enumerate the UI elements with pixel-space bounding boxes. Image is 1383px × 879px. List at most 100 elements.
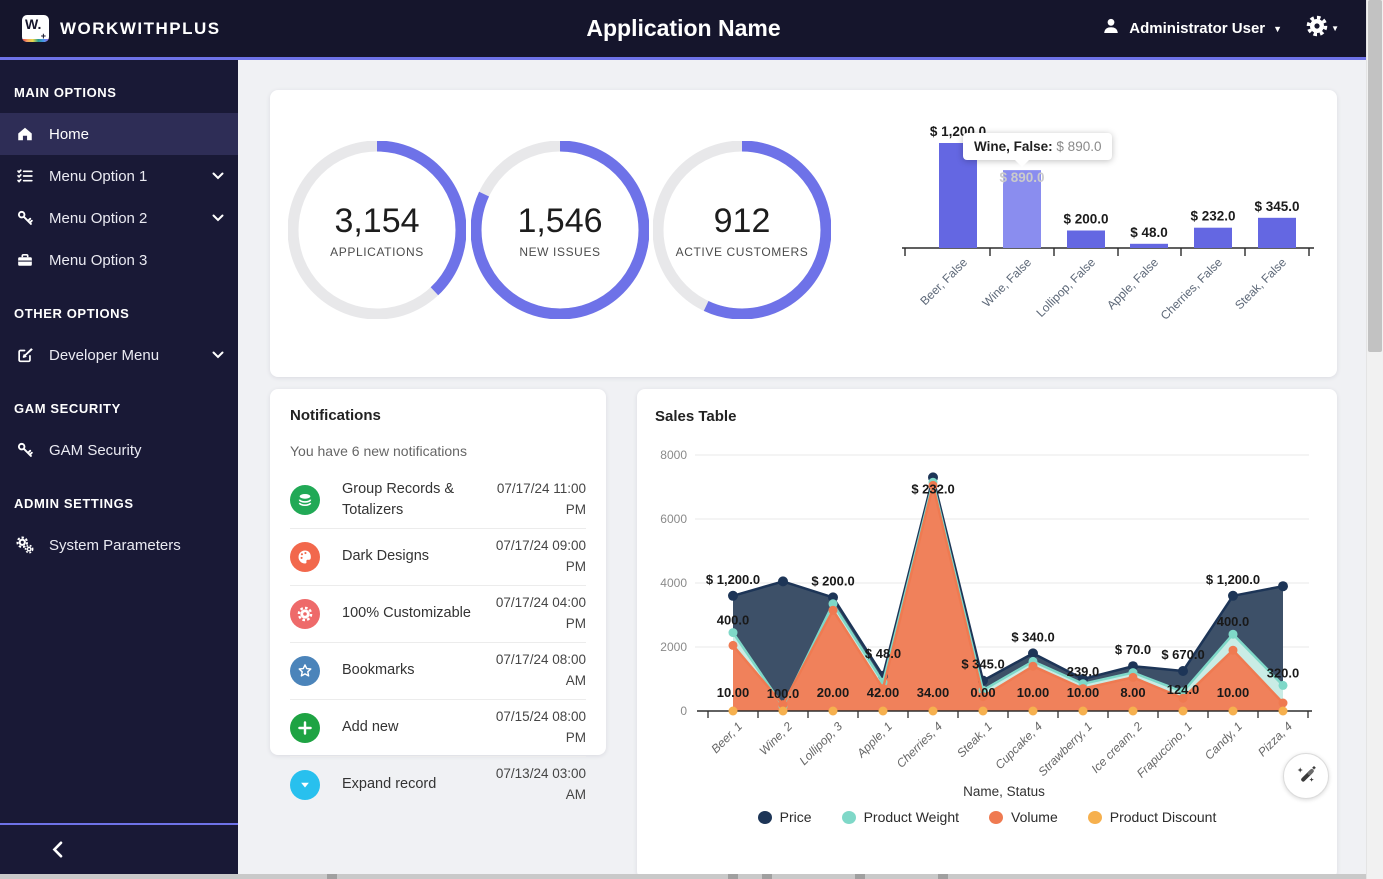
svg-text:$ 48.0: $ 48.0 <box>1130 225 1168 240</box>
donut-active-customers: 912 ACTIVE CUSTOMERS <box>653 141 831 319</box>
svg-text:8000: 8000 <box>660 448 687 462</box>
svg-text:$ 670.0: $ 670.0 <box>1161 647 1204 662</box>
legend-item[interactable]: Price <box>757 809 812 825</box>
donut-new-issues: 1,546 NEW ISSUES <box>471 141 649 319</box>
notifications-card: Notifications You have 6 new notificatio… <box>270 389 606 802</box>
gears-icon <box>14 535 36 555</box>
svg-text:6000: 6000 <box>660 512 687 526</box>
sidebar-item-home[interactable]: Home <box>0 113 238 155</box>
notification-title: Bookmarks <box>342 662 415 679</box>
svg-text:$ 890.0: $ 890.0 <box>999 170 1044 185</box>
notification-title: Add new <box>342 719 399 736</box>
svg-text:Strawberry, 1: Strawberry, 1 <box>1035 719 1095 779</box>
svg-text:400.0: 400.0 <box>717 613 750 628</box>
key-icon <box>14 209 36 227</box>
notification-timestamp: 07/17/24 11:00 PM <box>496 481 586 517</box>
notification-item[interactable]: Add new 07/15/24 08:00 PM <box>290 699 586 756</box>
home-icon <box>14 125 36 143</box>
stat-value: 1,546 <box>517 201 603 240</box>
stat-label: ACTIVE CUSTOMERS <box>675 244 809 259</box>
stat-value: 912 <box>713 201 771 240</box>
section-other-options: OTHER OPTIONS <box>14 306 130 321</box>
sales-table-chart[interactable]: 8000 6000 4000 2000 0 $ 1,200.0 $ 200.0 $ 48.0 $… <box>637 389 1337 801</box>
svg-text:Pizza, 4: Pizza, 4 <box>1255 719 1295 759</box>
notifications-title: Notifications <box>290 407 381 424</box>
gear-icon <box>290 599 320 629</box>
sidebar-item-system-parameters[interactable]: System Parameters <box>0 524 238 566</box>
svg-text:$ 200.0: $ 200.0 <box>811 573 854 588</box>
sidebar-item-developer-menu[interactable]: Developer Menu <box>0 334 238 376</box>
svg-text:$ 1,200.0: $ 1,200.0 <box>1206 572 1260 587</box>
svg-text:Beer, False: Beer, False <box>917 255 970 308</box>
chevron-left-icon <box>52 841 63 863</box>
star-icon <box>290 656 320 686</box>
user-menu[interactable]: Administrator User ▼ <box>1101 16 1282 41</box>
svg-text:$ 345.0: $ 345.0 <box>1254 199 1299 214</box>
top-navbar: Application Name W. + WORKWITHPLUS Admin… <box>0 0 1367 57</box>
notification-item[interactable]: 100% Customizable 07/17/24 04:00 PM <box>290 585 586 642</box>
svg-text:Cupcake, 4: Cupcake, 4 <box>992 719 1045 772</box>
sidebar: MAIN OPTIONS Home Menu Option 1 Menu Opt… <box>0 60 238 879</box>
svg-text:Lollipop, 3: Lollipop, 3 <box>797 719 846 768</box>
settings-menu[interactable]: ▼ <box>1305 14 1339 43</box>
workwithplus-logo-icon: W. + <box>22 15 49 42</box>
donut-applications: 3,154 APPLICATIONS <box>288 141 466 319</box>
legend-label: Volume <box>1011 809 1058 825</box>
svg-text:8.00: 8.00 <box>1120 685 1145 700</box>
magic-wand-button[interactable] <box>1283 753 1329 799</box>
main-content: 3,154 APPLICATIONS 1,546 NEW ISSUES 912 … <box>238 60 1367 879</box>
notification-timestamp: 07/15/24 08:00 PM <box>495 709 586 745</box>
sidebar-item-menu-option-1[interactable]: Menu Option 1 <box>0 155 238 197</box>
svg-text:$ 340.0: $ 340.0 <box>1011 629 1054 644</box>
notification-title: Dark Designs <box>342 548 430 565</box>
svg-text:Beer, 1: Beer, 1 <box>708 719 745 756</box>
svg-text:42.00: 42.00 <box>867 685 900 700</box>
legend-dot <box>1087 810 1102 824</box>
scrollbar-thumb[interactable] <box>1368 0 1382 352</box>
svg-text:Wine, 2: Wine, 2 <box>757 719 796 758</box>
chevron-down-icon: ▼ <box>1331 24 1339 33</box>
notifications-list: Group Records & Totalizers 07/17/24 11:00… <box>290 472 586 813</box>
notification-item[interactable]: Group Records & Totalizers 07/17/24 11:00… <box>290 472 586 528</box>
notification-item[interactable]: Dark Designs 07/17/24 09:00 PM <box>290 528 586 585</box>
sales-table-title: Sales Table <box>655 408 737 425</box>
legend-item[interactable]: Product Weight <box>841 809 959 825</box>
svg-text:Apple, 1: Apple, 1 <box>853 719 895 761</box>
legend-item[interactable]: Volume <box>989 809 1058 825</box>
notification-timestamp: 07/17/24 08:00 AM <box>495 652 586 688</box>
sidebar-collapse-button[interactable] <box>0 823 238 879</box>
brand[interactable]: W. + WORKWITHPLUS <box>22 0 221 57</box>
notification-item[interactable]: Bookmarks 07/17/24 08:00 AM <box>290 642 586 699</box>
stat-value: 3,154 <box>334 201 420 240</box>
legend-dot <box>989 810 1004 824</box>
svg-text:20.00: 20.00 <box>817 685 850 700</box>
notification-timestamp: 07/13/24 03:00 AM <box>495 766 586 802</box>
section-gam-security: GAM SECURITY <box>14 401 121 416</box>
svg-text:$ 345.0: $ 345.0 <box>961 657 1004 672</box>
sidebar-item-gam-security[interactable]: GAM Security <box>0 429 238 471</box>
legend-label: Product Discount <box>1109 809 1217 825</box>
notifications-subtitle: You have 6 new notifications <box>290 443 467 459</box>
notification-timestamp: 07/17/24 09:00 PM <box>495 538 586 574</box>
svg-text:Steak, 1: Steak, 1 <box>954 719 995 760</box>
svg-text:10.00: 10.00 <box>1217 685 1250 700</box>
svg-text:Candy, 1: Candy, 1 <box>1202 719 1245 762</box>
section-main-options: MAIN OPTIONS <box>14 85 117 100</box>
svg-text:4000: 4000 <box>660 576 687 590</box>
svg-text:$ 200.0: $ 200.0 <box>1063 212 1108 227</box>
plus-icon <box>290 713 320 743</box>
legend-item[interactable]: Product Discount <box>1087 809 1217 825</box>
sidebar-item-menu-option-3[interactable]: Menu Option 3 <box>0 239 238 281</box>
magic-wand-icon <box>1294 762 1318 791</box>
svg-text:239.0: 239.0 <box>1067 664 1100 679</box>
svg-text:Apple, False: Apple, False <box>1104 255 1161 312</box>
svg-text:Lollipop, False: Lollipop, False <box>1033 255 1098 320</box>
vertical-scrollbar[interactable] <box>1366 0 1383 879</box>
svg-text:100.0: 100.0 <box>767 686 800 701</box>
sidebar-item-menu-option-2[interactable]: Menu Option 2 <box>0 197 238 239</box>
notification-item[interactable]: Expand record 07/13/24 03:00 AM <box>290 756 586 813</box>
key-icon <box>14 441 36 459</box>
stat-label: NEW ISSUES <box>519 244 601 259</box>
svg-text:124.0: 124.0 <box>1167 682 1200 697</box>
svg-text:400.0: 400.0 <box>1217 614 1250 629</box>
